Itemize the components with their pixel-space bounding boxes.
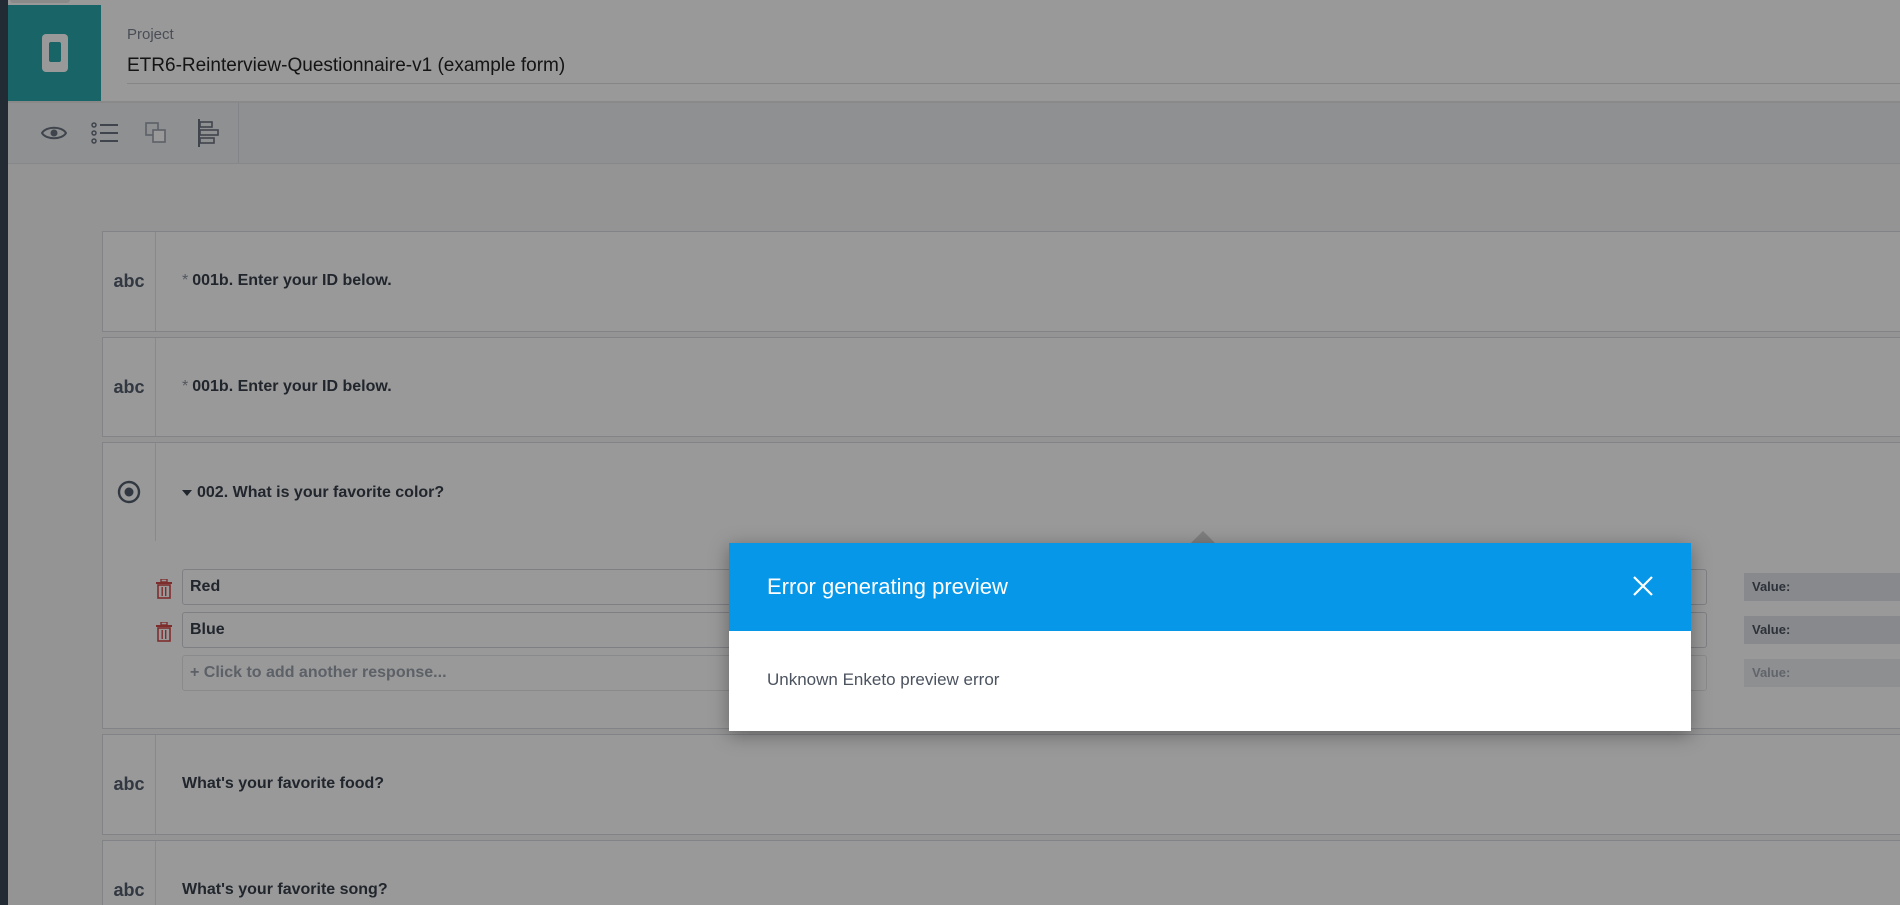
modal-backdrop[interactable]: [0, 0, 1900, 905]
close-icon[interactable]: [1629, 572, 1657, 600]
dialog-title: Error generating preview: [767, 574, 1008, 599]
error-dialog: Error generating preview Unknown Enketo …: [729, 543, 1691, 731]
dialog-header: Error generating preview: [729, 543, 1691, 631]
popover-pointer: [1191, 531, 1215, 543]
dialog-message: Unknown Enketo preview error: [767, 670, 1000, 689]
